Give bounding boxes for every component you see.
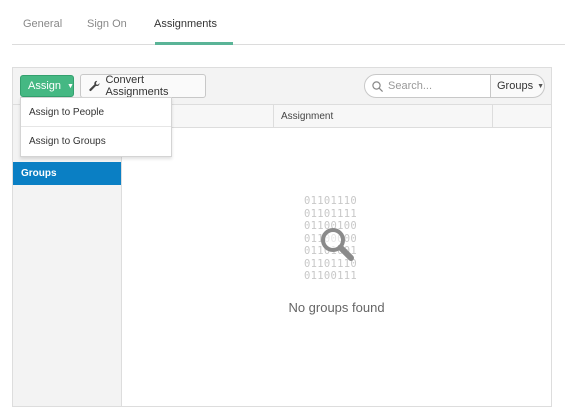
filter-select[interactable]: Groups ▼ (490, 74, 545, 98)
filter-select-value: Groups (497, 80, 534, 92)
caret-down-icon: ▼ (67, 82, 74, 90)
convert-assignments-button[interactable]: Convert Assignments (80, 74, 206, 98)
tab-general[interactable]: General (23, 18, 62, 30)
assign-button[interactable]: Assign ▼ (20, 75, 74, 97)
column-divider (492, 105, 493, 128)
magnifier-icon (321, 228, 354, 261)
tab-sign-on[interactable]: Sign On (87, 18, 127, 30)
table-header: Assignment (122, 105, 551, 128)
empty-state-message: No groups found (288, 300, 385, 315)
convert-assignments-label: Convert Assignments (105, 74, 169, 98)
empty-state: 01101110 01101111 01100100 01100000 0110… (122, 128, 551, 406)
search-box (364, 74, 491, 98)
menu-item-assign-to-people[interactable]: Assign to People (21, 98, 171, 127)
assign-dropdown-menu: Assign to People Assign to Groups (20, 97, 172, 157)
active-tab-indicator (155, 42, 233, 45)
search-icon (372, 80, 383, 92)
binary-line: 01101110 (304, 195, 357, 207)
wrench-icon (89, 80, 100, 92)
binary-line: 01100111 (304, 270, 357, 282)
assign-button-label: Assign (28, 80, 62, 92)
column-header-assignment[interactable]: Assignment (281, 111, 333, 122)
menu-item-assign-to-groups[interactable]: Assign to Groups (21, 127, 171, 156)
column-divider (273, 105, 274, 128)
tab-assignments[interactable]: Assignments (154, 18, 217, 30)
caret-down-icon: ▼ (537, 82, 545, 90)
sidebar-item-groups[interactable]: Groups (13, 162, 121, 185)
tab-bar: General Sign On Assignments (12, 0, 565, 45)
search-input[interactable] (388, 80, 483, 92)
binary-line: 01101111 (304, 207, 357, 220)
